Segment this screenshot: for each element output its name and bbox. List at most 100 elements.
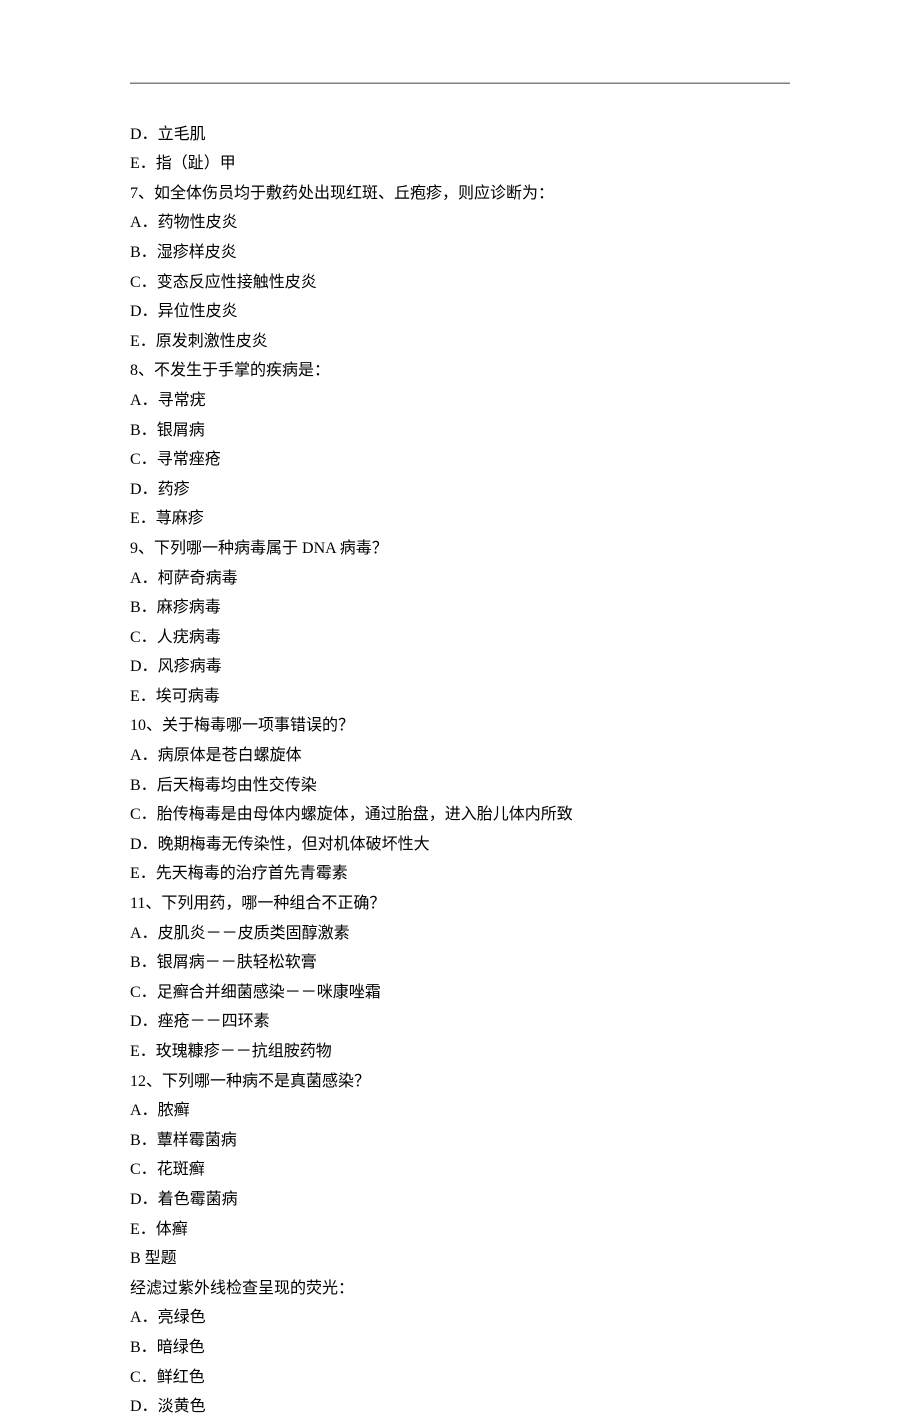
line-prefix: A． [130, 570, 158, 587]
text-line: B．暗绿色 [130, 1333, 790, 1363]
text-line: B．蕈样霉菌病 [130, 1126, 790, 1156]
line-text: 药物性皮炎 [158, 214, 238, 231]
line-prefix: E． [130, 688, 156, 705]
text-line: E．原发刺激性皮炎 [130, 327, 790, 357]
line-prefix: 8、 [130, 362, 154, 379]
line-prefix: D． [130, 1191, 158, 1208]
line-text: 如全体伤员均于敷药处出现红斑、丘疱疹，则应诊断为： [154, 185, 554, 202]
text-line: A．病原体是苍白螺旋体 [130, 741, 790, 771]
line-text: 经滤过紫外线检查呈现的荧光： [130, 1280, 354, 1297]
line-text: 变态反应性接触性皮炎 [157, 274, 317, 291]
text-line: D．淡黄色 [130, 1392, 790, 1422]
line-prefix: B． [130, 777, 157, 794]
line-text: 银屑病 [157, 422, 205, 439]
line-prefix: C． [130, 451, 157, 468]
line-prefix: C． [130, 984, 157, 1001]
line-text: 原发刺激性皮炎 [156, 333, 268, 350]
line-prefix: E． [130, 865, 156, 882]
line-text: 下列哪一种病毒属于 DNA 病毒？ [154, 540, 388, 557]
line-text: 银屑病－－肤轻松软膏 [157, 954, 317, 971]
line-prefix: D． [130, 1013, 158, 1030]
line-prefix: B． [130, 1339, 157, 1356]
line-text: 玫瑰糠疹－－抗组胺药物 [156, 1043, 332, 1060]
line-prefix: E． [130, 1043, 156, 1060]
line-prefix: 7、 [130, 185, 154, 202]
text-line: D．立毛肌 [130, 120, 790, 150]
text-line: B．后天梅毒均由性交传染 [130, 771, 790, 801]
line-prefix: D． [130, 836, 158, 853]
line-text: 不发生于手掌的疾病是： [154, 362, 330, 379]
line-text: 荨麻疹 [156, 510, 204, 527]
text-line: D．晚期梅毒无传染性，但对机体破坏性大 [130, 830, 790, 860]
text-line: E．荨麻疹 [130, 504, 790, 534]
line-text: 皮肌炎－－皮质类固醇激素 [158, 925, 350, 942]
line-prefix: A． [130, 925, 158, 942]
line-text: 药疹 [158, 481, 190, 498]
line-text: 胎传梅毒是由母体内螺旋体，通过胎盘，进入胎儿体内所致 [157, 806, 573, 823]
text-line: C．寻常痤疮 [130, 445, 790, 475]
header-rule: ————————————————————————————————————————… [130, 68, 790, 98]
text-line: A．寻常疣 [130, 386, 790, 416]
text-line: 10、关于梅毒哪一项事错误的？ [130, 711, 790, 741]
line-text: 寻常疣 [158, 392, 206, 409]
line-text: 先天梅毒的治疗首先青霉素 [156, 865, 348, 882]
line-prefix: D． [130, 303, 158, 320]
line-text: 关于梅毒哪一项事错误的？ [162, 717, 354, 734]
line-text: 下列哪一种病不是真菌感染？ [162, 1073, 370, 1090]
line-text: 足癣合并细菌感染－－咪康唑霜 [157, 984, 381, 1001]
line-text: 暗绿色 [157, 1339, 205, 1356]
line-text: 淡黄色 [158, 1398, 206, 1415]
text-line: B．银屑病－－肤轻松软膏 [130, 948, 790, 978]
line-text: 后天梅毒均由性交传染 [157, 777, 317, 794]
text-line: E．埃可病毒 [130, 682, 790, 712]
line-prefix: C． [130, 1369, 157, 1386]
text-line: D．痤疮－－四环素 [130, 1007, 790, 1037]
text-line: C．人疣病毒 [130, 623, 790, 653]
line-text: 湿疹样皮炎 [157, 244, 237, 261]
line-prefix: C． [130, 806, 157, 823]
line-prefix: E． [130, 155, 156, 172]
line-prefix: 10、 [130, 717, 162, 734]
line-prefix: D． [130, 1398, 158, 1415]
line-prefix: A． [130, 214, 158, 231]
line-text: 下列用药，哪一种组合不正确？ [161, 895, 385, 912]
text-line: C．变态反应性接触性皮炎 [130, 268, 790, 298]
body-text: D．立毛肌E．指（趾）甲7、如全体伤员均于敷药处出现红斑、丘疱疹，则应诊断为：A… [130, 120, 790, 1422]
document-page: ————————————————————————————————————————… [0, 0, 920, 1422]
line-prefix: C． [130, 274, 157, 291]
text-line: D．异位性皮炎 [130, 297, 790, 327]
text-line: C．花斑癣 [130, 1155, 790, 1185]
line-prefix: 12、 [130, 1073, 162, 1090]
text-line: B．麻疹病毒 [130, 593, 790, 623]
line-text: 指（趾）甲 [156, 155, 236, 172]
line-prefix: E． [130, 333, 156, 350]
line-prefix: A． [130, 1309, 158, 1326]
line-prefix: E． [130, 1221, 156, 1238]
line-prefix: A． [130, 747, 158, 764]
line-text: 病原体是苍白螺旋体 [158, 747, 302, 764]
text-line: 11、下列用药，哪一种组合不正确？ [130, 889, 790, 919]
text-line: C．鲜红色 [130, 1363, 790, 1393]
text-line: A．亮绿色 [130, 1303, 790, 1333]
line-prefix: A． [130, 392, 158, 409]
line-prefix: 9、 [130, 540, 154, 557]
text-line: B．银屑病 [130, 416, 790, 446]
line-text: 花斑癣 [157, 1161, 205, 1178]
line-prefix: C． [130, 1161, 157, 1178]
line-text: 柯萨奇病毒 [158, 570, 238, 587]
text-line: D．药疹 [130, 475, 790, 505]
line-prefix: B． [130, 599, 157, 616]
line-text: 痤疮－－四环素 [158, 1013, 270, 1030]
text-line: C．足癣合并细菌感染－－咪康唑霜 [130, 978, 790, 1008]
line-prefix: B． [130, 1132, 157, 1149]
line-text: 立毛肌 [158, 126, 206, 143]
line-text: 人疣病毒 [157, 629, 221, 646]
line-prefix: D． [130, 481, 158, 498]
text-line: 7、如全体伤员均于敷药处出现红斑、丘疱疹，则应诊断为： [130, 179, 790, 209]
text-line: E．玫瑰糠疹－－抗组胺药物 [130, 1037, 790, 1067]
line-prefix: B． [130, 244, 157, 261]
text-line: D．着色霉菌病 [130, 1185, 790, 1215]
text-line: B 型题 [130, 1244, 790, 1274]
text-line: 9、下列哪一种病毒属于 DNA 病毒？ [130, 534, 790, 564]
text-line: A．脓癣 [130, 1096, 790, 1126]
